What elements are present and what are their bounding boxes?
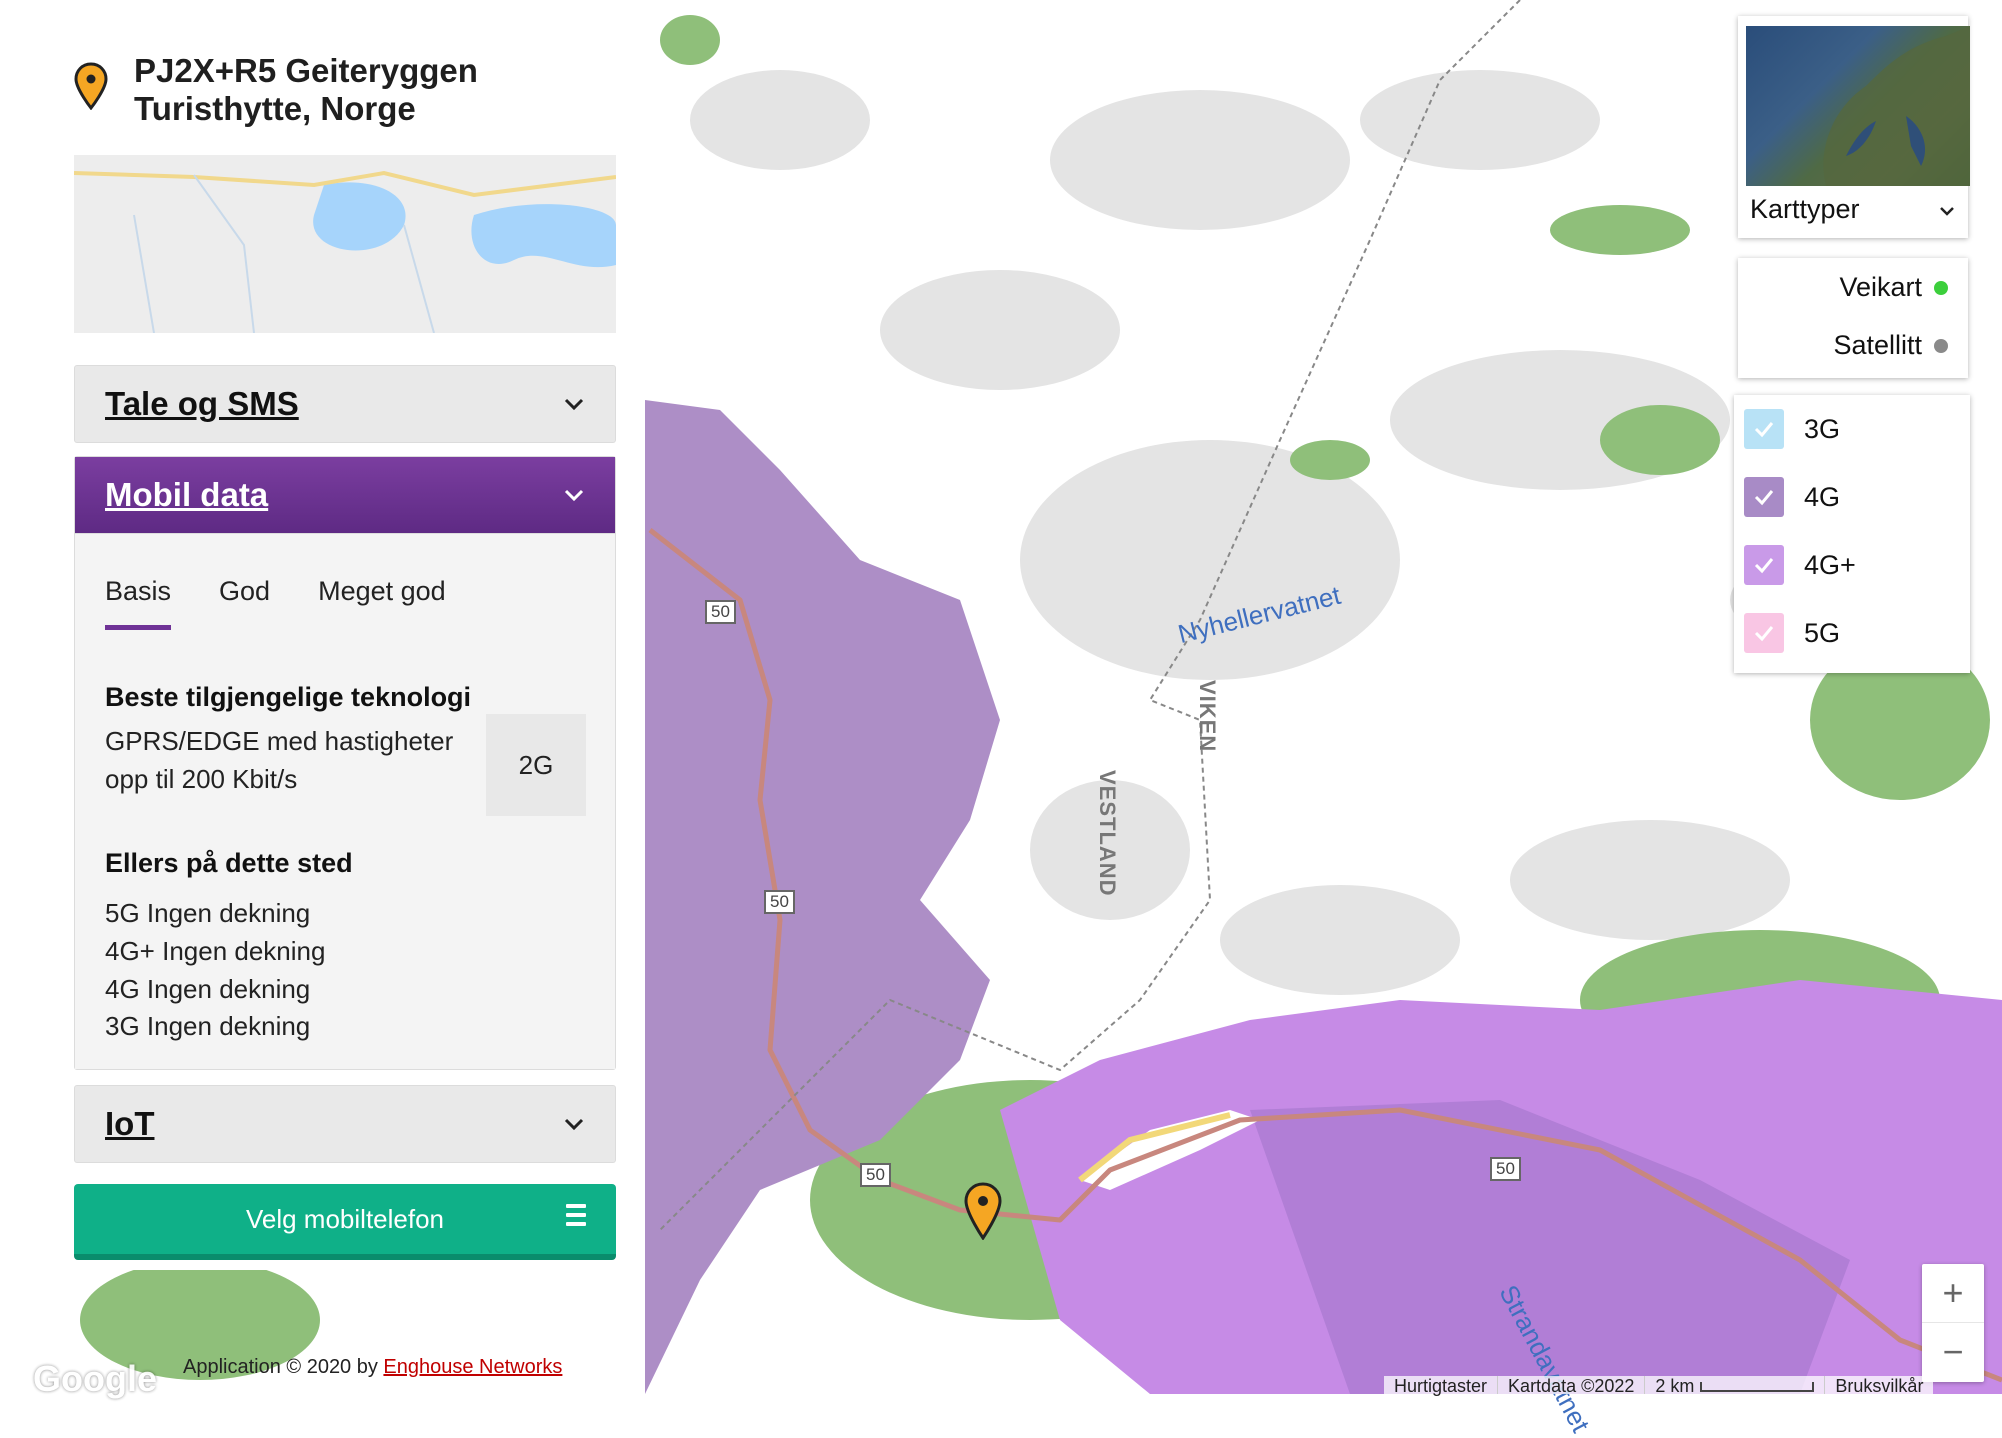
chevron-down-icon[interactable] xyxy=(1938,202,1956,220)
scale-ruler-icon xyxy=(1700,1382,1815,1393)
zoom-in-button[interactable]: + xyxy=(1922,1264,1984,1323)
scale-bar[interactable]: 2 km xyxy=(1644,1376,1824,1396)
layer-3g[interactable]: 3G xyxy=(1744,409,1840,449)
quality-tabs: Basis God Meget god xyxy=(105,576,446,630)
keyboard-shortcuts-link[interactable]: Hurtigtaster xyxy=(1384,1376,1497,1396)
layer-4g-label[interactable]: 4G xyxy=(1804,482,1840,513)
checkmark-icon xyxy=(1754,626,1774,642)
checkbox-5g[interactable] xyxy=(1744,613,1784,653)
status-dot-gray-icon xyxy=(1934,338,1948,353)
zoom-control: + − xyxy=(1922,1264,1984,1382)
map-type-roadmap-label[interactable]: Veikart xyxy=(1839,272,1922,303)
elsewhere-item: 3G Ingen dekning xyxy=(105,1011,311,1041)
tab-meget-god[interactable]: Meget god xyxy=(318,576,446,630)
map-data-attribution: Kartdata ©2022 xyxy=(1497,1376,1644,1396)
coverage-layers-legend: 3G 4G 4G+ 5G xyxy=(1734,395,1970,673)
layer-4g[interactable]: 4G xyxy=(1744,477,1840,517)
accordion-mobile-data[interactable]: Mobil data Basis God Meget god Beste til… xyxy=(74,456,616,1070)
choose-phone-button[interactable]: Velg mobiltelefon xyxy=(74,1184,616,1260)
checkbox-4gplus[interactable] xyxy=(1744,545,1784,585)
road-shield: 50 xyxy=(764,890,795,914)
accordion-data-title[interactable]: Mobil data xyxy=(105,476,268,514)
location-title-line1: PJ2X+R5 Geiteryggen xyxy=(134,52,478,89)
checkmark-icon xyxy=(1754,422,1774,438)
map-type-satellite[interactable]: Satellitt xyxy=(1833,330,1948,361)
layer-5g-label[interactable]: 5G xyxy=(1804,618,1840,649)
accordion-voice-sms[interactable]: Tale og SMS xyxy=(74,365,616,443)
scale-label[interactable]: 2 km xyxy=(1655,1376,1694,1396)
layer-5g[interactable]: 5G xyxy=(1744,613,1840,653)
accordion-iot-header[interactable]: IoT xyxy=(75,1086,615,1162)
layer-4gplus[interactable]: 4G+ xyxy=(1744,545,1856,585)
accordion-iot[interactable]: IoT xyxy=(74,1085,616,1163)
checkbox-4g[interactable] xyxy=(1744,477,1784,517)
best-tech-description-line2: opp til 200 Kbit/s xyxy=(105,764,298,794)
terms-link[interactable]: Bruksvilkår xyxy=(1824,1376,1933,1396)
technology-badge: 2G xyxy=(486,714,586,816)
best-tech-description-line1: GPRS/EDGE med hastigheter xyxy=(105,726,454,756)
status-dot-green-icon xyxy=(1934,280,1948,295)
map-types-label[interactable]: Karttyper xyxy=(1750,194,1860,225)
region-label-vestland: VESTLAND xyxy=(1095,770,1120,897)
location-header: PJ2X+R5 Geiteryggen Turisthytte, Norge xyxy=(74,52,594,128)
elsewhere-item: 5G Ingen dekning xyxy=(105,898,311,928)
map-type-roadmap[interactable]: Veikart xyxy=(1839,272,1948,303)
map-type-satellite-label[interactable]: Satellitt xyxy=(1833,330,1922,361)
elsewhere-item: 4G+ Ingen dekning xyxy=(105,936,326,966)
map-types-control[interactable]: Karttyper xyxy=(1738,16,1970,238)
location-thumbnail-map[interactable] xyxy=(74,155,616,333)
checkbox-3g[interactable] xyxy=(1744,409,1784,449)
credit-link[interactable]: Enghouse Networks xyxy=(383,1356,562,1378)
road-shield: 50 xyxy=(1490,1157,1521,1181)
location-marker-icon[interactable] xyxy=(964,1182,1002,1240)
accordion-voice-title[interactable]: Tale og SMS xyxy=(105,385,299,423)
location-title-line2: Turisthytte, Norge xyxy=(134,90,416,127)
checkmark-icon xyxy=(1754,490,1774,506)
accordion-data-body: Basis God Meget god Beste tilgjengelige … xyxy=(75,533,615,1069)
credit-prefix: Application © 2020 by xyxy=(183,1356,384,1378)
app-credit: Application © 2020 by Enghouse Networks xyxy=(183,1356,562,1379)
map-footer: Hurtigtaster Kartdata ©2022 2 km Bruksvi… xyxy=(1384,1376,1934,1396)
accordion-iot-title[interactable]: IoT xyxy=(105,1105,154,1143)
chevron-down-icon[interactable] xyxy=(563,393,585,415)
elsewhere-item: 4G Ingen dekning xyxy=(105,974,311,1004)
tab-basis[interactable]: Basis xyxy=(105,576,172,630)
accordion-data-header[interactable]: Mobil data xyxy=(75,457,615,533)
best-tech-heading: Beste tilgjengelige teknologi xyxy=(105,682,472,712)
layer-3g-label[interactable]: 3G xyxy=(1804,414,1840,445)
map-types-menu: Veikart Satellitt xyxy=(1738,258,1968,378)
accordion-voice-header[interactable]: Tale og SMS xyxy=(75,366,615,442)
checkmark-icon xyxy=(1754,558,1774,574)
layer-4gplus-label[interactable]: 4G+ xyxy=(1804,550,1856,581)
zoom-out-button[interactable]: − xyxy=(1922,1323,1984,1381)
chevron-down-icon[interactable] xyxy=(563,1113,585,1135)
info-panel: PJ2X+R5 Geiteryggen Turisthytte, Norge T… xyxy=(44,0,644,1270)
road-shield: 50 xyxy=(860,1163,891,1187)
menu-icon[interactable] xyxy=(566,1204,586,1231)
satellite-thumbnail[interactable] xyxy=(1746,26,1970,186)
location-pin-icon xyxy=(74,62,108,110)
road-shield: 50 xyxy=(705,600,736,624)
elsewhere-heading: Ellers på dette sted xyxy=(105,848,353,878)
tab-god[interactable]: God xyxy=(219,576,270,630)
choose-phone-label[interactable]: Velg mobiltelefon xyxy=(246,1204,444,1235)
chevron-down-icon[interactable] xyxy=(563,484,585,506)
region-label-viken: VIKEN xyxy=(1195,680,1220,753)
